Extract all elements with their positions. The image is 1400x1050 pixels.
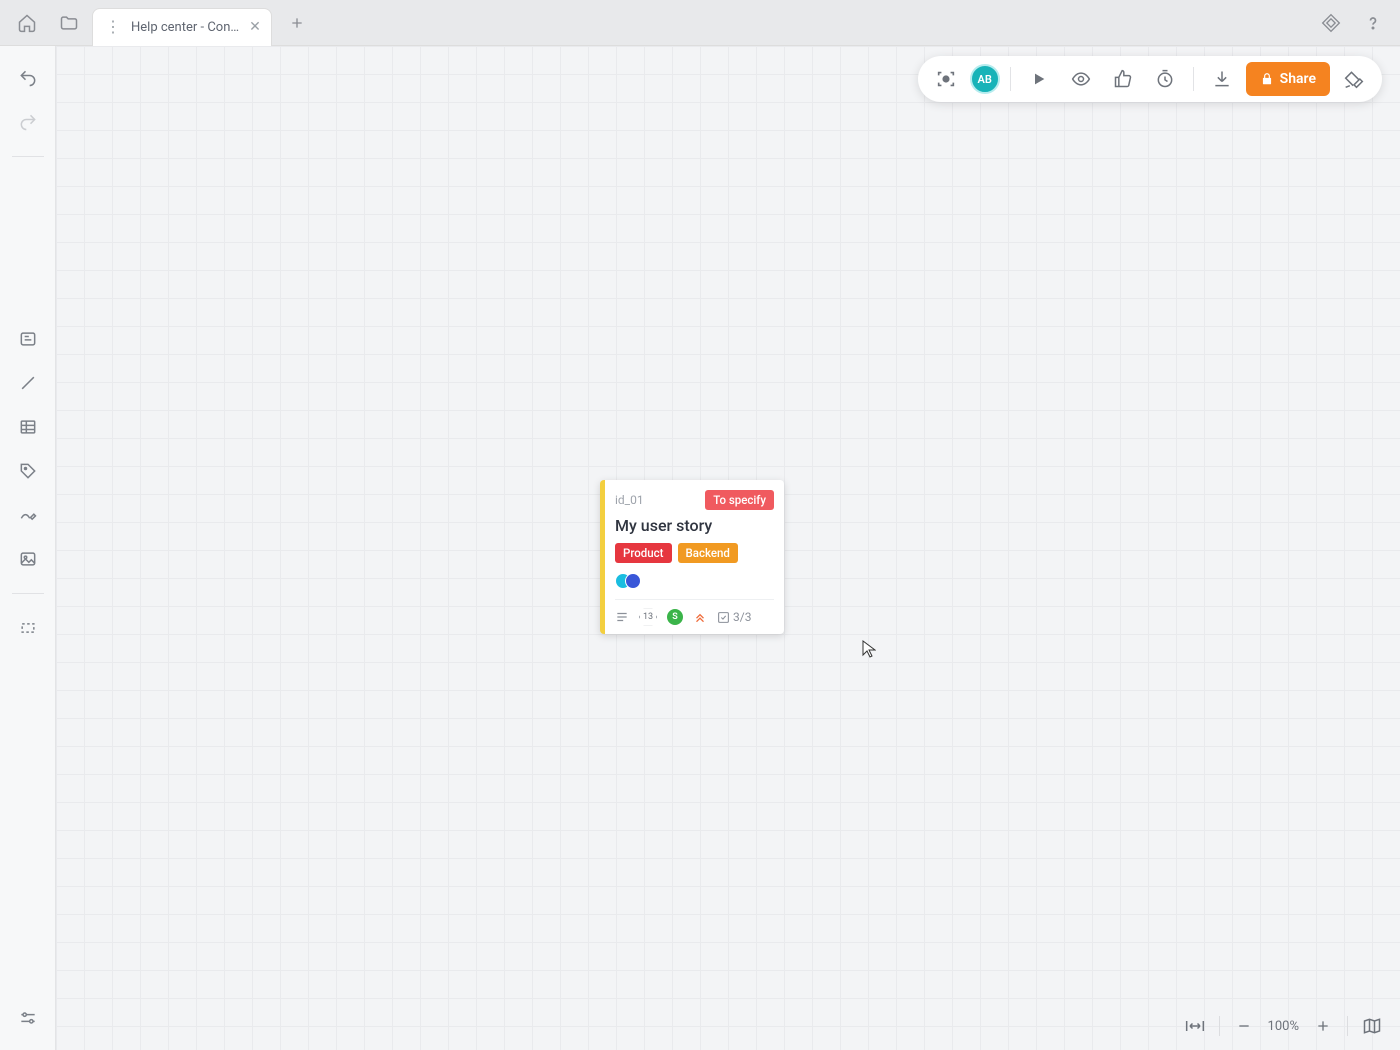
- zoom-out-button[interactable]: [1230, 1012, 1258, 1040]
- share-label: Share: [1280, 71, 1316, 87]
- zoom-bar: 100%: [1181, 1012, 1386, 1040]
- undo-button[interactable]: [10, 60, 46, 96]
- diamond-icon[interactable]: [1312, 4, 1350, 42]
- fit-width-button[interactable]: [1181, 1012, 1209, 1040]
- checklist-text: 3/3: [733, 610, 751, 624]
- note-tool[interactable]: [10, 321, 46, 357]
- size-badge: S: [667, 609, 683, 625]
- assignee-avatar-2: [625, 573, 641, 589]
- minimap-button[interactable]: [1358, 1012, 1386, 1040]
- zoom-in-button[interactable]: [1309, 1012, 1337, 1040]
- avatar-initials: AB: [978, 73, 992, 86]
- left-toolbar: [0, 46, 56, 1050]
- tab-title: Help center - Con…: [131, 20, 239, 35]
- canvas[interactable]: AB Share id_01 To specify: [56, 46, 1400, 1050]
- user-avatar[interactable]: AB: [970, 64, 1000, 94]
- home-button[interactable]: [8, 4, 46, 42]
- estimate-badge: 13: [639, 608, 657, 626]
- download-button[interactable]: [1204, 61, 1240, 97]
- capture-button[interactable]: [928, 61, 964, 97]
- card-tags: Product Backend: [615, 543, 774, 563]
- table-tool[interactable]: [10, 409, 46, 445]
- tab-drag-icon: ⋮: [105, 19, 121, 35]
- story-card[interactable]: id_01 To specify My user story Product B…: [600, 480, 784, 634]
- like-button[interactable]: [1105, 61, 1141, 97]
- cursor-icon: [862, 640, 876, 658]
- timer-button[interactable]: [1147, 61, 1183, 97]
- select-tool[interactable]: [10, 610, 46, 646]
- tag-tool[interactable]: [10, 453, 46, 489]
- visibility-button[interactable]: [1063, 61, 1099, 97]
- settings-tool[interactable]: [10, 1000, 46, 1036]
- description-icon: [615, 610, 629, 624]
- image-tool[interactable]: [10, 541, 46, 577]
- share-button[interactable]: Share: [1246, 62, 1330, 96]
- line-tool[interactable]: [10, 365, 46, 401]
- top-action-bar: AB Share: [918, 56, 1382, 102]
- top-tab-bar: ⋮ Help center - Con… ✕: [0, 0, 1400, 46]
- status-badge: To specify: [705, 490, 774, 510]
- new-tab-button[interactable]: [282, 8, 312, 38]
- draw-tool[interactable]: [10, 497, 46, 533]
- priority-icon: [693, 610, 707, 624]
- play-button[interactable]: [1021, 61, 1057, 97]
- tab-close-icon[interactable]: ✕: [249, 19, 261, 35]
- redo-button[interactable]: [10, 104, 46, 140]
- card-title: My user story: [615, 516, 774, 535]
- lock-icon: [1260, 72, 1274, 86]
- pen-button[interactable]: [1336, 61, 1372, 97]
- assignee-avatars: [615, 573, 774, 589]
- card-id: id_01: [615, 493, 644, 507]
- browser-tab[interactable]: ⋮ Help center - Con… ✕: [92, 8, 272, 46]
- folder-button[interactable]: [50, 4, 88, 42]
- tag-product: Product: [615, 543, 672, 563]
- zoom-level: 100%: [1268, 1019, 1299, 1034]
- tag-backend: Backend: [678, 543, 738, 563]
- help-button[interactable]: [1354, 4, 1392, 42]
- card-footer: 13 S 3/3: [615, 599, 774, 626]
- checklist-count: 3/3: [717, 610, 751, 624]
